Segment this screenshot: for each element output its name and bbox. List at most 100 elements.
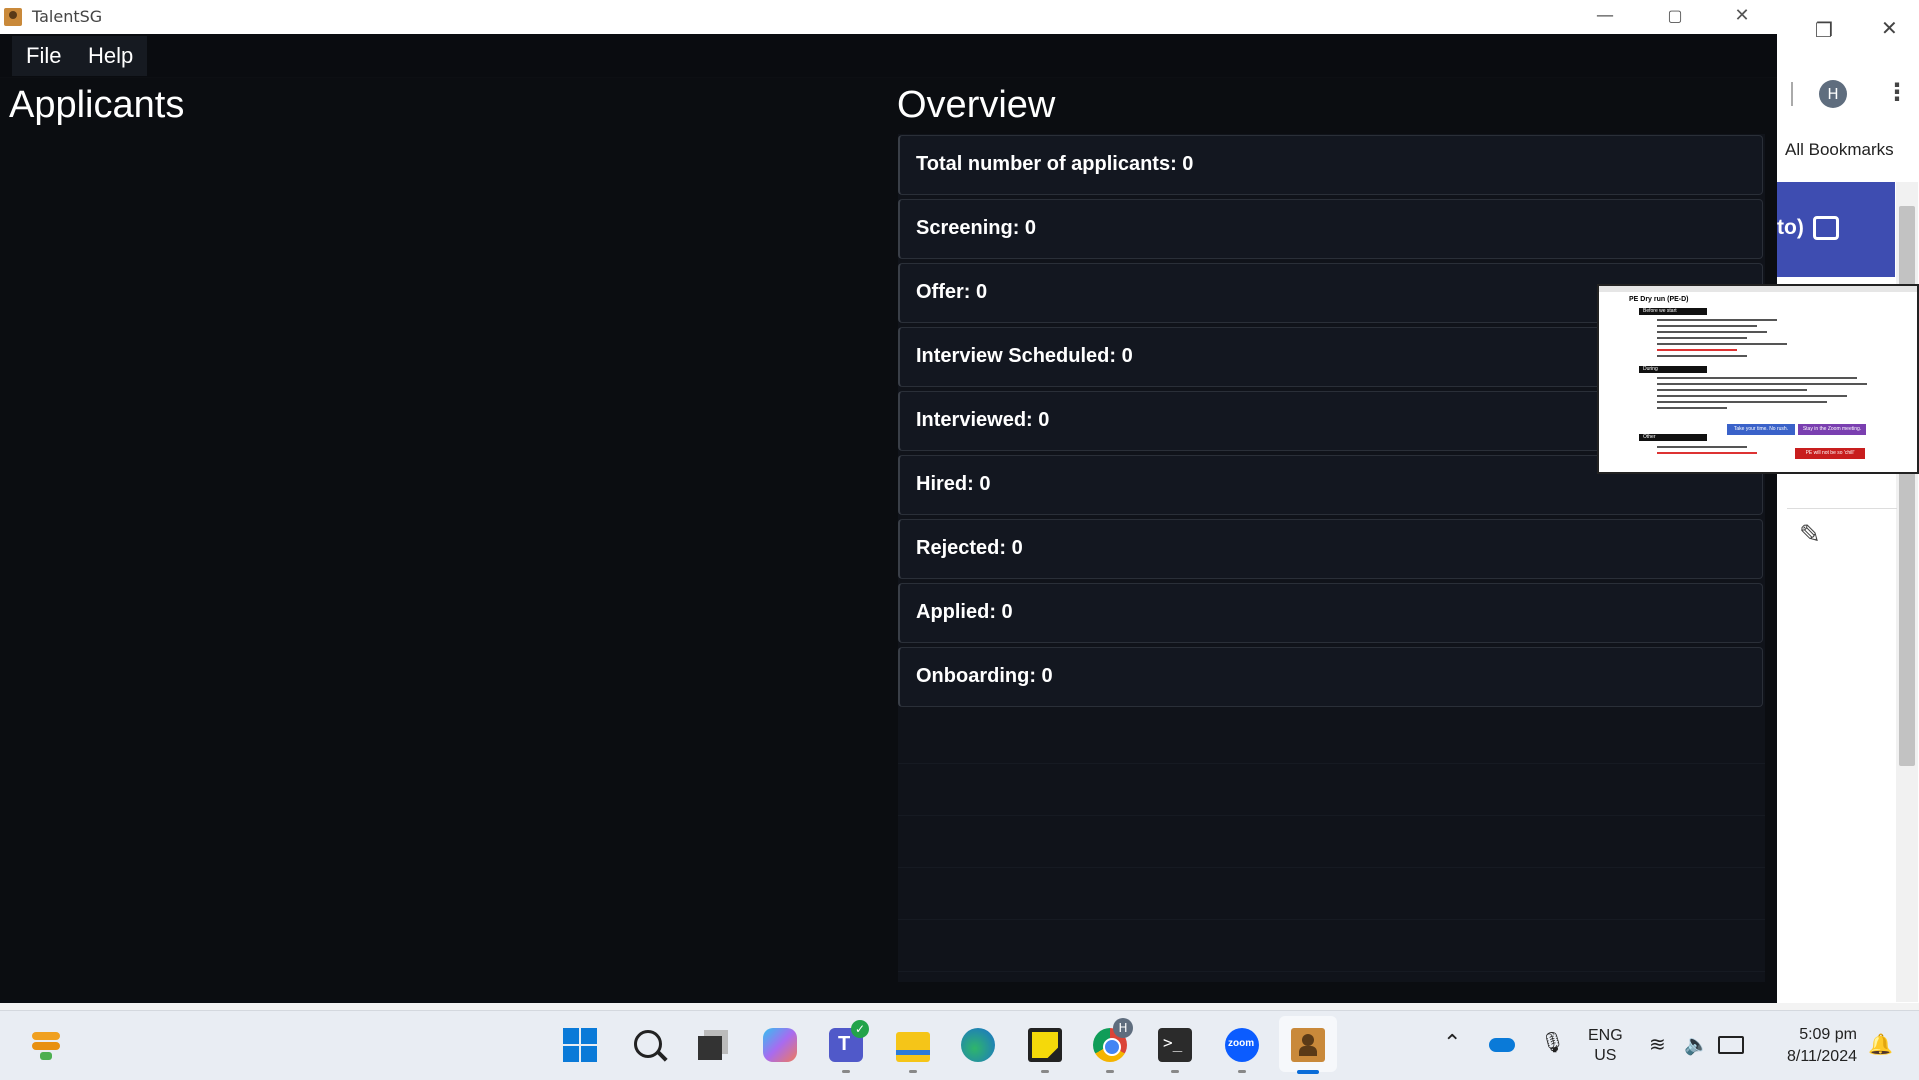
login-icon <box>1813 216 1839 240</box>
preview-line <box>1657 395 1847 397</box>
separator <box>1791 82 1793 106</box>
close-icon[interactable]: ✕ <box>1881 16 1898 40</box>
preview-line <box>1657 349 1737 351</box>
preview-button: PE will not be so 'chill' <box>1795 448 1865 459</box>
onedrive-icon[interactable] <box>1489 1038 1515 1052</box>
taskbar <box>0 1010 1919 1080</box>
preview-line <box>1657 343 1787 345</box>
overview-item-label: Onboarding: 0 <box>916 665 1053 687</box>
preview-section: During <box>1639 366 1707 373</box>
more-menu-icon[interactable]: ⋮ <box>1885 78 1909 106</box>
close-button[interactable]: ✕ <box>1707 0 1777 34</box>
overview-item-label: Offer: 0 <box>916 281 988 303</box>
overview-item-label: Interviewed: 0 <box>916 409 1050 431</box>
maximize-button[interactable]: ▢ <box>1640 0 1710 34</box>
empty-row <box>898 712 1765 764</box>
edge-icon[interactable] <box>961 1028 995 1062</box>
empty-row <box>898 816 1765 868</box>
app-window: TalentSG — ▢ ✕ File Help Applicants Over… <box>0 0 1777 1003</box>
overview-item-label: Rejected: 0 <box>916 537 1023 559</box>
preview-button: Stay in the Zoom meeting. <box>1798 424 1866 435</box>
clock-date: 8/11/2024 <box>1787 1048 1857 1065</box>
zoom-icon[interactable]: zoom <box>1225 1028 1259 1062</box>
menu-bar <box>0 34 1777 77</box>
overview-item-label: Screening: 0 <box>916 217 1037 239</box>
chevron-up-icon[interactable]: ⌃ <box>1443 1030 1461 1056</box>
running-indicator <box>1171 1070 1179 1073</box>
restore-icon[interactable]: ❐ <box>1815 18 1833 42</box>
running-indicator <box>842 1070 850 1073</box>
region-code: US <box>1594 1047 1617 1064</box>
preview-line <box>1657 389 1807 391</box>
running-indicator <box>1041 1070 1049 1073</box>
avatar[interactable]: H <box>1819 80 1847 108</box>
overview-list[interactable]: Total number of applicants: 0 Screening:… <box>898 134 1765 982</box>
running-indicator <box>1238 1070 1246 1073</box>
empty-row <box>898 920 1765 972</box>
battery-icon[interactable] <box>1718 1036 1744 1054</box>
edit-pencil-icon[interactable]: ✎ <box>1799 520 1821 550</box>
clock-time: 5:09 pm <box>1799 1026 1857 1043</box>
preview-line <box>1657 407 1727 409</box>
overview-heading: Overview <box>897 84 1056 126</box>
window-title: TalentSG <box>32 7 103 26</box>
preview-section: Before we start <box>1639 308 1707 315</box>
preview-line <box>1657 325 1757 327</box>
wifi-icon[interactable]: ≋ <box>1649 1032 1666 1057</box>
widgets-icon[interactable] <box>30 1030 62 1060</box>
empty-row <box>898 868 1765 920</box>
login-banner[interactable]: to) <box>1777 182 1895 277</box>
preview-line <box>1657 452 1757 454</box>
title-bar: TalentSG — ▢ ✕ <box>0 0 1777 34</box>
preview-line <box>1657 446 1747 448</box>
zoom-label: zoom <box>1228 1038 1255 1049</box>
copilot-icon[interactable] <box>763 1028 797 1062</box>
preview-button: Take your time. No rush. <box>1727 424 1795 435</box>
minimize-button[interactable]: — <box>1570 0 1640 34</box>
overview-item-total[interactable]: Total number of applicants: 0 <box>898 135 1763 195</box>
overview-item-label: Interview Scheduled: 0 <box>916 345 1133 367</box>
start-icon[interactable] <box>563 1028 597 1062</box>
teams-icon[interactable]: T ✓ <box>829 1020 869 1062</box>
terminal-icon[interactable]: >_ <box>1158 1028 1192 1062</box>
overview-item-label: Total number of applicants: 0 <box>916 153 1194 175</box>
banner-text: to) <box>1777 216 1804 239</box>
overview-item-screening[interactable]: Screening: 0 <box>898 199 1763 259</box>
applicants-heading: Applicants <box>9 84 185 126</box>
clock[interactable]: 5:09 pm 8/11/2024 <box>1771 1024 1857 1068</box>
preview-line <box>1657 331 1767 333</box>
preview-line <box>1657 319 1777 321</box>
talentsg-icon[interactable] <box>1291 1028 1325 1062</box>
preview-line <box>1657 401 1827 403</box>
microphone-icon[interactable]: 🎙 <box>1540 1030 1565 1055</box>
active-indicator <box>1297 1070 1319 1074</box>
sticky-notes-icon[interactable] <box>1028 1028 1062 1062</box>
file-explorer-icon[interactable] <box>896 1032 930 1062</box>
overview-item-label: Hired: 0 <box>916 473 991 495</box>
overview-item-onboarding[interactable]: Onboarding: 0 <box>898 647 1763 707</box>
document-preview[interactable]: PE Dry run (PE-D) Before we start During… <box>1597 284 1919 474</box>
running-indicator <box>1106 1070 1114 1073</box>
preview-title: PE Dry run (PE-D) <box>1629 296 1689 303</box>
browser-window: ❐ ✕ H ⋮ All Bookmarks to) ✎ <box>1777 0 1919 1003</box>
overview-item-label: Applied: 0 <box>916 601 1013 623</box>
language-code: ENG <box>1588 1027 1623 1044</box>
all-bookmarks-link[interactable]: All Bookmarks <box>1785 140 1894 160</box>
preview-line <box>1657 337 1747 339</box>
overview-item-applied[interactable]: Applied: 0 <box>898 583 1763 643</box>
preview-line <box>1657 355 1747 357</box>
notification-bell-icon[interactable]: 🔔 <box>1868 1032 1893 1057</box>
language-indicator[interactable]: ENG US <box>1588 1026 1623 1066</box>
volume-icon[interactable]: 🔈 <box>1684 1032 1709 1057</box>
preview-line <box>1657 383 1867 385</box>
app-icon <box>4 8 22 26</box>
search-icon[interactable] <box>632 1028 668 1062</box>
preview-line <box>1657 377 1857 379</box>
menu-file[interactable]: File <box>12 36 76 76</box>
task-view-icon[interactable] <box>698 1030 730 1060</box>
divider <box>1787 508 1897 509</box>
menu-help[interactable]: Help <box>74 36 148 76</box>
overview-item-rejected[interactable]: Rejected: 0 <box>898 519 1763 579</box>
chrome-icon[interactable]: H <box>1093 1018 1133 1062</box>
preview-section: Other <box>1639 434 1707 441</box>
